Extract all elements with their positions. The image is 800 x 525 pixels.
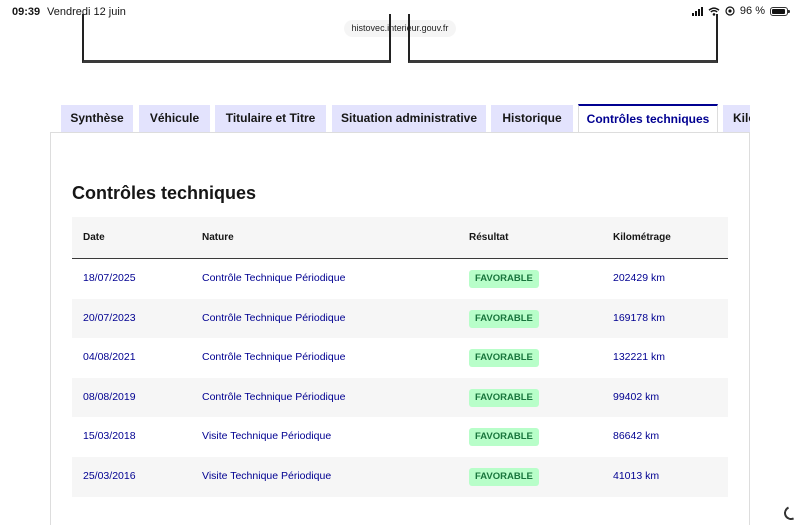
table-row: 20/07/2023 Contrôle Technique Périodique… <box>72 298 728 339</box>
result-badge: FAVORABLE <box>469 270 539 288</box>
battery-icon <box>770 6 790 16</box>
row-mileage: 169178 km <box>613 311 665 324</box>
result-badge: FAVORABLE <box>469 309 539 328</box>
row-mileage: 99402 km <box>613 390 660 403</box>
row-date: 15/03/2018 <box>83 430 136 443</box>
column-header-mileage: Kilométrage <box>613 232 671 243</box>
result-badge: FAVORABLE <box>469 428 539 447</box>
row-date: 18/07/2025 <box>83 272 136 284</box>
row-date: 04/08/2021 <box>83 351 136 364</box>
row-nature: Contrôle Technique Périodique <box>202 311 346 324</box>
row-date: 25/03/2016 <box>83 469 136 482</box>
tab-kilometrage[interactable]: Kilo <box>723 105 750 132</box>
controls-table: Date Nature Résultat Kilométrage 18/07/2… <box>72 217 728 497</box>
result-badge: FAVORABLE <box>469 388 539 407</box>
table-row: 04/08/2021 Contrôle Technique Périodique… <box>72 338 728 378</box>
result-badge: FAVORABLE <box>469 467 539 486</box>
table-row: 15/03/2018 Visite Technique Périodique F… <box>72 417 728 457</box>
column-header-date: Date <box>83 232 105 243</box>
tab-controles-techniques[interactable]: Contrôles techniques <box>578 104 718 133</box>
row-date: 08/08/2019 <box>83 390 136 403</box>
row-nature: Visite Technique Périodique <box>202 469 332 482</box>
tab-vehicule[interactable]: Véhicule <box>139 105 210 132</box>
row-mileage: 86642 km <box>613 430 660 443</box>
column-header-result: Résultat <box>469 232 509 243</box>
tab-synthese[interactable]: Synthèse <box>61 105 133 132</box>
tab-bar: Synthèse Véhicule Titulaire et Titre Sit… <box>61 104 750 133</box>
summary-card-right <box>408 14 718 63</box>
tab-situation-administrative[interactable]: Situation administrative <box>332 105 486 132</box>
table-row: 08/08/2019 Contrôle Technique Périodique… <box>72 377 728 418</box>
row-mileage: 132221 km <box>613 351 665 364</box>
row-date: 20/07/2023 <box>83 311 136 324</box>
row-nature: Contrôle Technique Périodique <box>202 351 346 364</box>
loading-spinner-icon <box>782 504 800 522</box>
row-nature: Contrôle Technique Périodique <box>202 272 346 284</box>
battery-percent: 96 % <box>739 5 765 17</box>
table-row: 25/03/2016 Visite Technique Périodique F… <box>72 456 728 497</box>
location-lock-icon <box>725 6 735 16</box>
battery-level <box>772 8 786 14</box>
status-time: 09:39 <box>12 6 41 18</box>
section-title: Contrôles techniques <box>72 183 257 203</box>
tab-historique[interactable]: Historique <box>491 105 573 132</box>
column-header-nature: Nature <box>202 232 234 243</box>
row-nature: Contrôle Technique Périodique <box>202 390 346 403</box>
summary-card-left <box>82 14 391 63</box>
row-nature: Visite Technique Périodique <box>202 430 332 443</box>
table-row: 18/07/2025 Contrôle Technique Périodique… <box>72 259 728 299</box>
row-mileage: 202429 km <box>613 272 665 284</box>
tab-titulaire[interactable]: Titulaire et Titre <box>215 105 326 132</box>
table-header: Date Nature Résultat Kilométrage <box>72 217 728 259</box>
result-badge: FAVORABLE <box>469 349 539 368</box>
row-mileage: 41013 km <box>613 469 660 482</box>
